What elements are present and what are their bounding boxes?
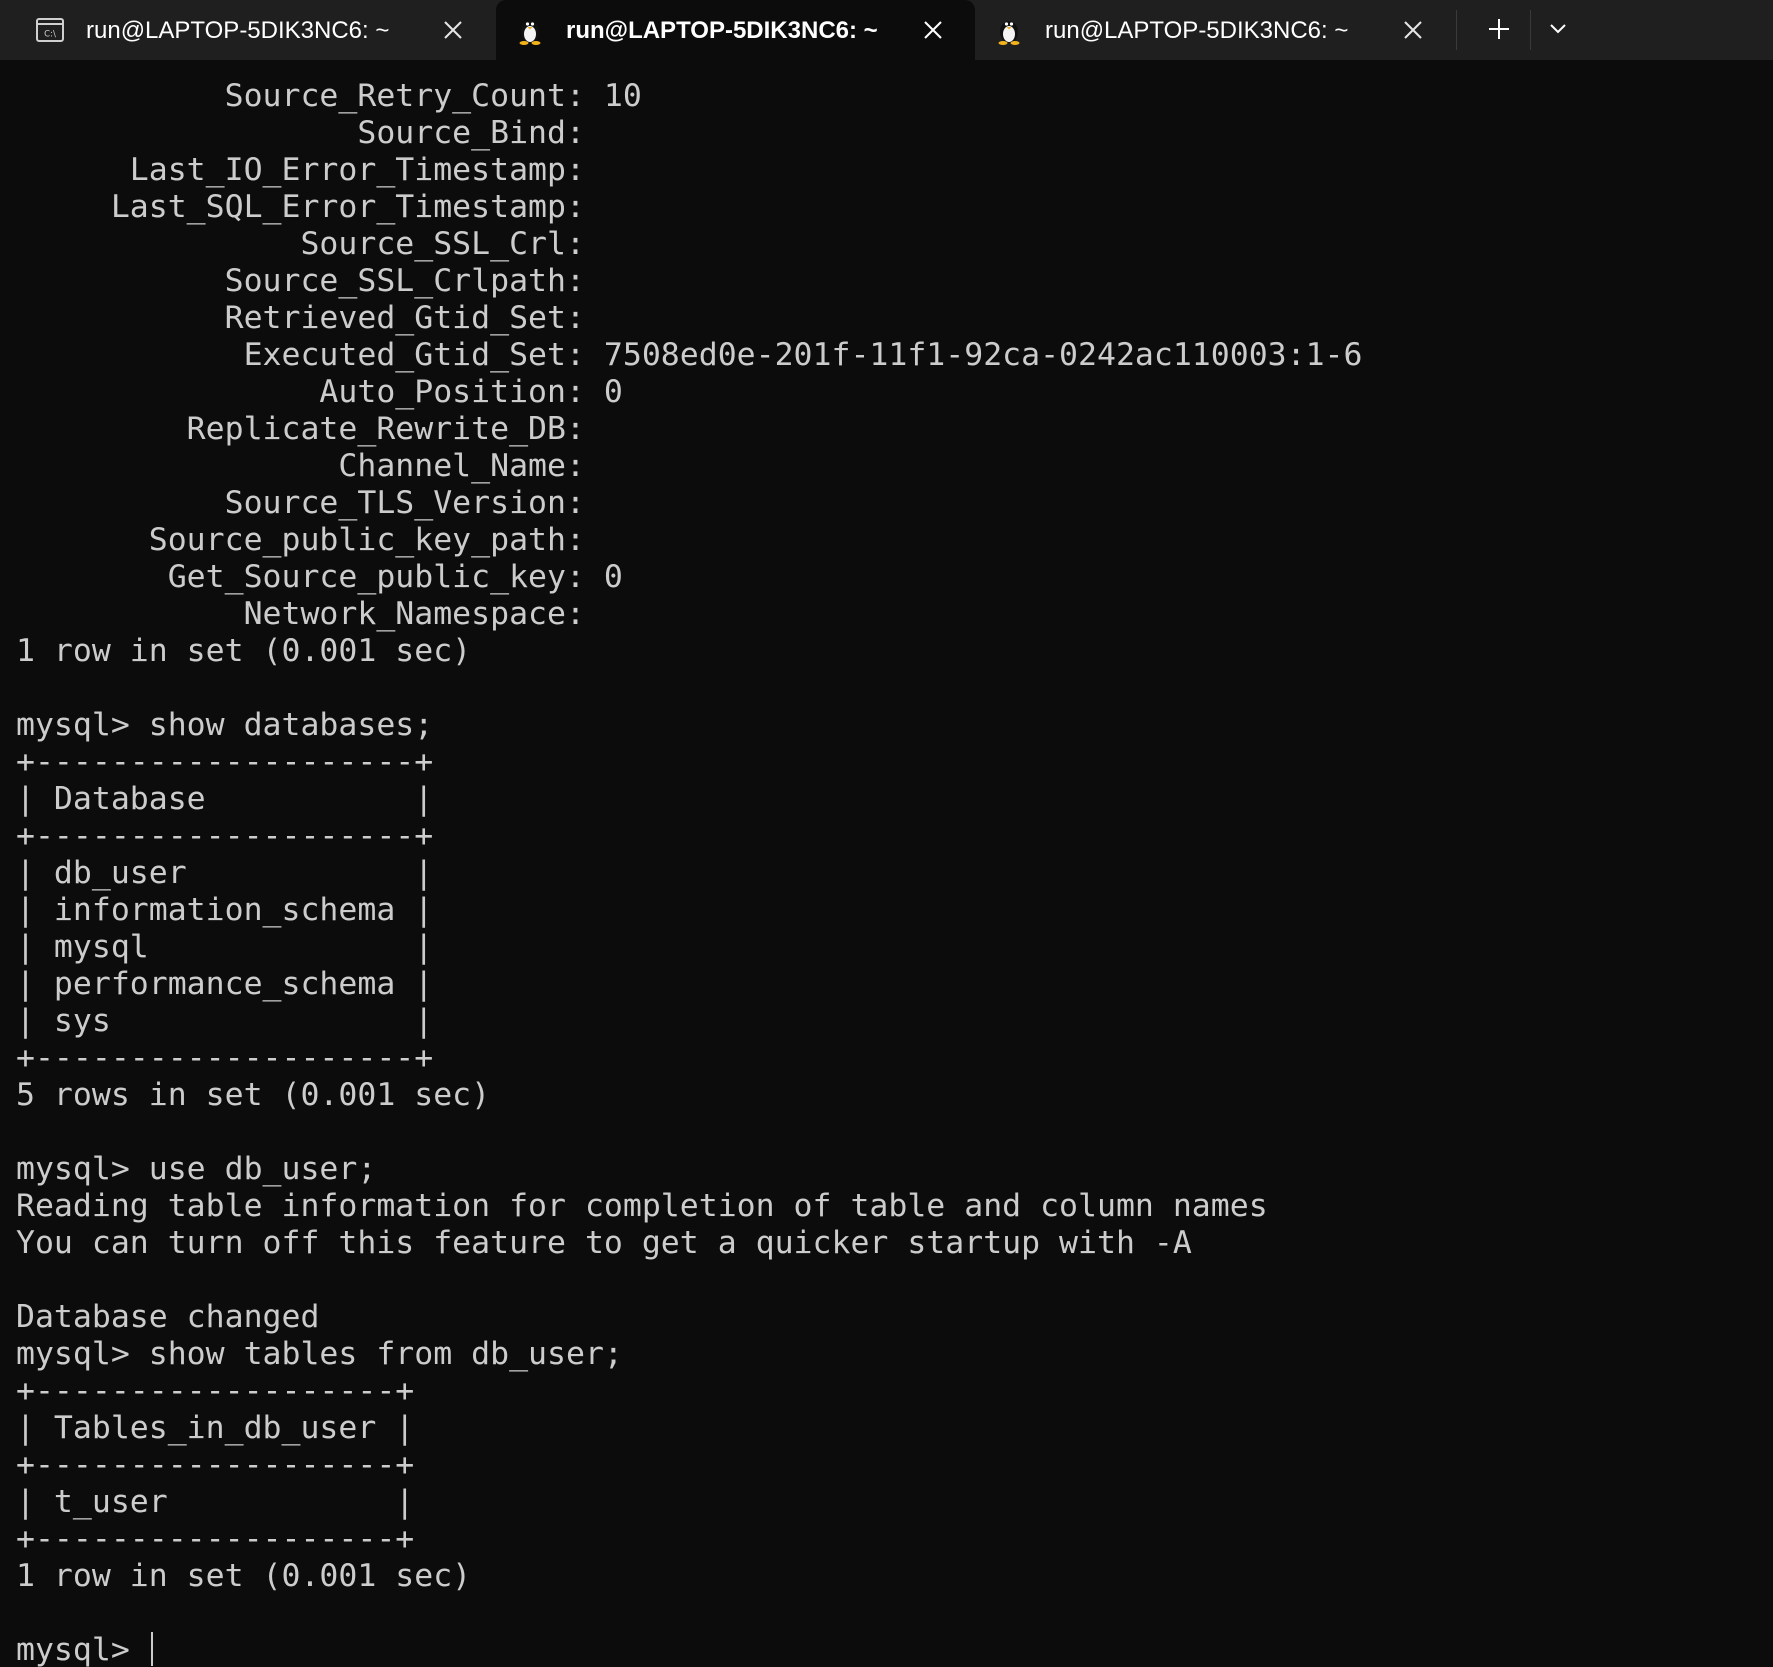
terminal-line: mysql> show tables from db_user; <box>16 1336 623 1372</box>
terminal-line: Source_SSL_Crlpath: <box>16 263 604 299</box>
terminal-line: Source_SSL_Crl: <box>16 226 604 262</box>
terminal-line: +-------------------+ <box>16 1447 415 1483</box>
terminal-output[interactable]: Source_Retry_Count: 10 Source_Bind: Last… <box>16 78 1756 1667</box>
tab-label: run@LAPTOP-5DIK3NC6: ~ <box>86 17 390 44</box>
terminal-line: mysql> use db_user; <box>16 1151 377 1187</box>
cmd-icon: C:\ <box>36 18 64 42</box>
terminal-line: Get_Source_public_key: 0 <box>16 559 623 595</box>
terminal-line: +--------------------+ <box>16 818 434 854</box>
close-icon[interactable] <box>1402 19 1424 41</box>
text-cursor <box>150 1632 153 1666</box>
terminal-line: | performance_schema | <box>16 966 434 1002</box>
close-icon[interactable] <box>442 19 464 41</box>
terminal-line: Last_SQL_Error_Timestamp: <box>16 189 604 225</box>
terminal-line: +--------------------+ <box>16 744 434 780</box>
tab-label: run@LAPTOP-5DIK3NC6: ~ <box>1045 17 1349 44</box>
terminal-line: Network_Namespace: <box>16 596 604 632</box>
terminal-line: 1 row in set (0.001 sec) <box>16 1558 472 1594</box>
terminal-line: Retrieved_Gtid_Set: <box>16 300 604 336</box>
terminal-line: Database changed <box>16 1299 320 1335</box>
terminal-line: +--------------------+ <box>16 1040 434 1076</box>
terminal-line: Executed_Gtid_Set: 7508ed0e-201f-11f1-92… <box>16 337 1363 373</box>
terminal-line: Source_public_key_path: <box>16 522 604 558</box>
tab-linux[interactable]: run@LAPTOP-5DIK3NC6: ~ <box>975 0 1455 60</box>
terminal-line: +-------------------+ <box>16 1373 415 1409</box>
terminal-line: Channel_Name: <box>16 448 604 484</box>
tab-bar: C:\ run@LAPTOP-5DIK3NC6: ~ run@LAPTOP-5D… <box>0 0 1773 60</box>
terminal-line: | Tables_in_db_user | <box>16 1410 415 1446</box>
terminal-line: Last_IO_Error_Timestamp: <box>16 152 604 188</box>
linux-tux-icon <box>998 21 1020 45</box>
terminal-line: Auto_Position: 0 <box>16 374 623 410</box>
terminal-line: 5 rows in set (0.001 sec) <box>16 1077 491 1113</box>
terminal-line: | mysql | <box>16 929 434 965</box>
terminal-line: +-------------------+ <box>16 1521 415 1557</box>
tab-linux-active[interactable]: run@LAPTOP-5DIK3NC6: ~ <box>496 0 975 60</box>
chevron-down-icon[interactable] <box>1543 14 1573 44</box>
tab-divider <box>1456 10 1457 50</box>
terminal-line: 1 row in set (0.001 sec) <box>16 633 472 669</box>
linux-tux-icon <box>519 21 541 45</box>
terminal-line: Replicate_Rewrite_DB: <box>16 411 604 447</box>
new-tab-plus-icon[interactable] <box>1482 12 1516 46</box>
terminal-line: mysql> show databases; <box>16 707 434 743</box>
terminal-line: You can turn off this feature to get a q… <box>16 1225 1192 1261</box>
tab-label: run@LAPTOP-5DIK3NC6: ~ <box>566 17 878 44</box>
terminal-line: Reading table information for completion… <box>16 1188 1268 1224</box>
terminal-line: | db_user | <box>16 855 434 891</box>
terminal-prompt: mysql> <box>16 1632 149 1667</box>
terminal-line: Source_Retry_Count: 10 <box>16 78 642 114</box>
terminal-line: | sys | <box>16 1003 434 1039</box>
terminal-prompt-line[interactable]: mysql> <box>16 1632 1756 1667</box>
cmd-icon-text: C:\ <box>44 30 56 40</box>
tab-cmd[interactable]: C:\ run@LAPTOP-5DIK3NC6: ~ <box>0 0 496 60</box>
terminal-line: | information_schema | <box>16 892 434 928</box>
terminal-line: Source_TLS_Version: <box>16 485 604 521</box>
terminal-line: | Database | <box>16 781 434 817</box>
terminal-line: Source_Bind: <box>16 115 604 151</box>
terminal-line: | t_user | <box>16 1484 415 1520</box>
tab-divider <box>1530 10 1531 50</box>
close-icon[interactable] <box>922 19 944 41</box>
